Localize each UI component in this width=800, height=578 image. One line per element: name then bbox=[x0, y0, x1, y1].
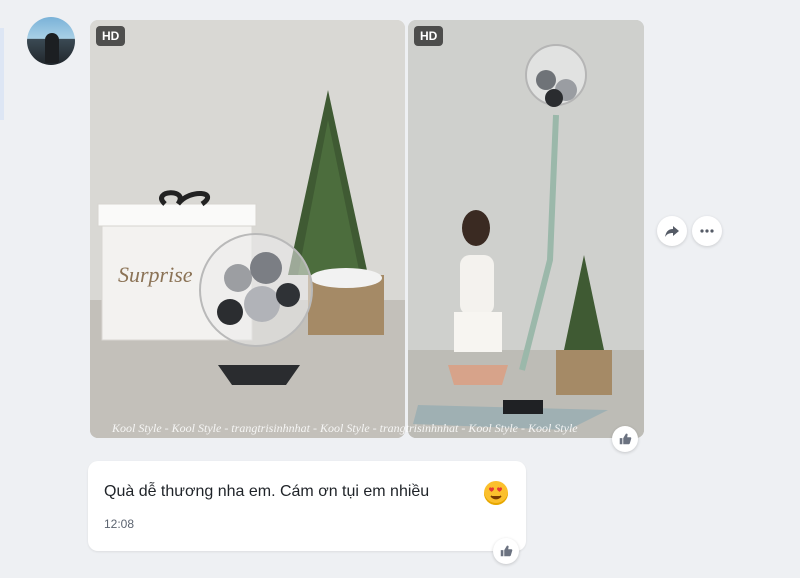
react-button[interactable] bbox=[612, 426, 638, 452]
react-button[interactable] bbox=[493, 538, 519, 564]
photo-1-scene: Surprise bbox=[90, 20, 405, 438]
heart-eyes-emoji bbox=[484, 481, 508, 505]
more-options-button[interactable] bbox=[692, 216, 722, 246]
message-bubble: Quà dễ thương nha em. Cám ơn tụi em nhiề… bbox=[88, 461, 526, 551]
photo-watermark: Kool Style - Kool Style - trangtrisinhnh… bbox=[112, 421, 578, 435]
box-label: Surprise bbox=[118, 262, 193, 287]
hd-badge: HD bbox=[414, 26, 444, 46]
hd-badge: HD bbox=[96, 26, 126, 46]
share-button[interactable] bbox=[657, 216, 687, 246]
message-time: 12:08 bbox=[104, 517, 135, 531]
photo-thumbnail-1[interactable]: Surprise HD bbox=[90, 20, 405, 438]
photo-thumbnail-2[interactable]: HD bbox=[408, 20, 644, 438]
avatar-figure bbox=[45, 33, 59, 63]
conversation-accent-bar bbox=[0, 28, 4, 120]
photo-2-scene bbox=[408, 20, 644, 438]
share-icon bbox=[665, 226, 679, 237]
heart-eyes-icon bbox=[489, 487, 503, 500]
thumbs-up-icon bbox=[619, 433, 632, 445]
more-icon bbox=[700, 229, 714, 233]
thumbs-up-icon bbox=[500, 545, 513, 557]
message-text: Quà dễ thương nha em. Cám ơn tụi em nhiề… bbox=[104, 483, 430, 500]
avatar[interactable] bbox=[27, 17, 75, 65]
